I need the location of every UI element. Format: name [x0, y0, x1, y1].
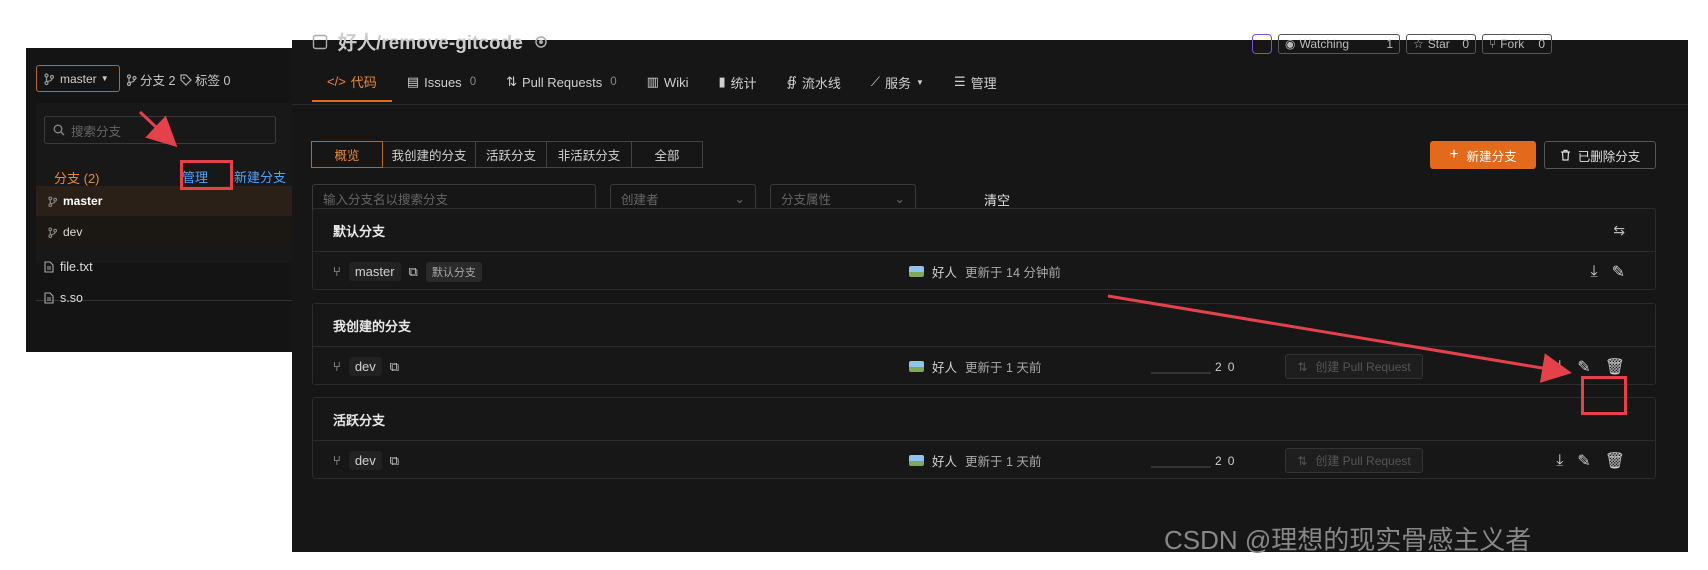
annotation-arrow-delete	[1107, 294, 1572, 383]
annotation-arrows	[138, 110, 1572, 383]
watermark: CSDN @理想的现实骨感主义者	[1164, 525, 1532, 555]
annotation-arrow-manage	[138, 110, 178, 148]
tab-overview[interactable]: 概览	[311, 141, 383, 168]
